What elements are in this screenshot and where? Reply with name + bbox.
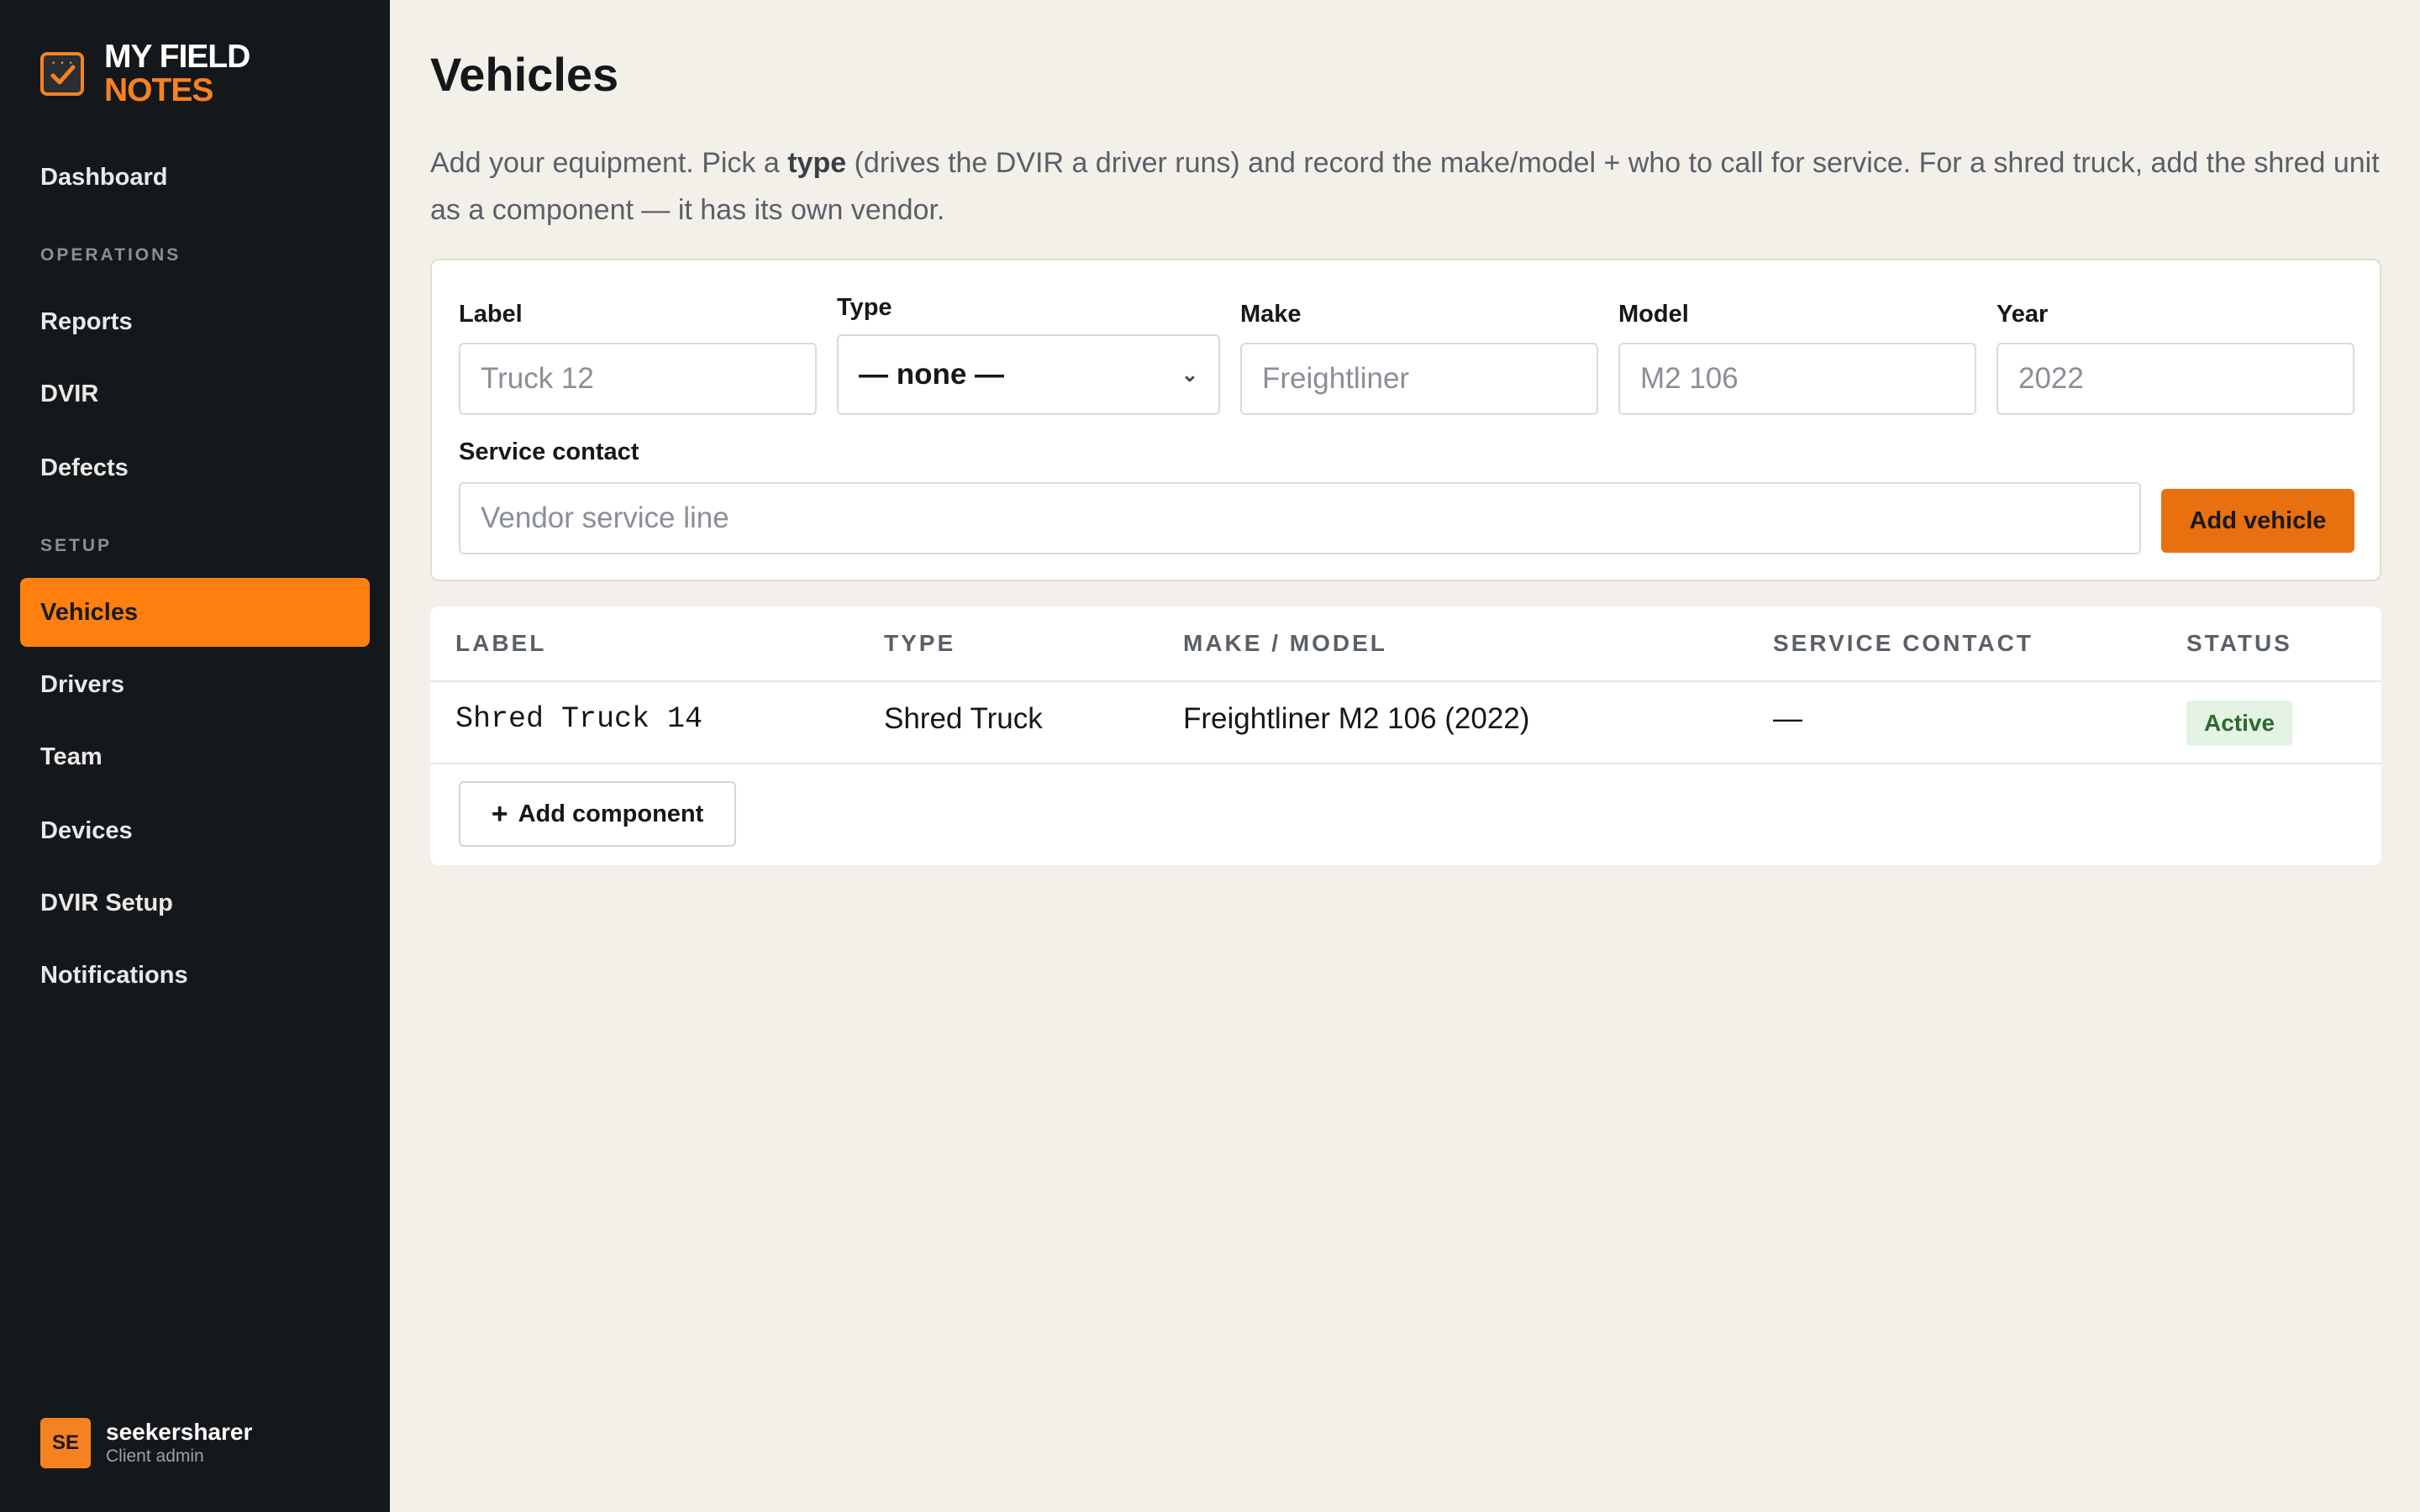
nav-item-drivers[interactable]: Drivers [20,650,370,719]
year-input[interactable]: 2022 [1996,343,2354,415]
status-badge: Active [2186,701,2292,746]
service-contact-input[interactable]: Vendor service line [459,482,2141,554]
nav-item-defects[interactable]: Defects [20,433,370,502]
add-vehicle-button[interactable]: Add vehicle [2161,489,2354,553]
nav-item-dvir-setup[interactable]: DVIR Setup [20,869,370,937]
column-header-label[interactable]: LABEL [455,630,546,657]
brand-name-line1: MY FIELD [104,39,250,75]
nav-item-vehicles[interactable]: Vehicles [20,578,370,647]
chevron-down-icon: ⌄ [1181,363,1198,386]
intro-text-1: Add your equipment. Pick a [430,147,788,179]
brand-name-line2: NOTES [104,72,213,108]
cell-service-contact: — [1773,702,1802,735]
year-field-label: Year [1996,301,2049,328]
model-input[interactable]: M2 106 [1618,343,1976,415]
user-role: Client admin [106,1446,204,1466]
avatar: SE [40,1418,91,1468]
cell-label: Shred Truck 14 [455,702,703,736]
header-divider [430,680,2381,682]
make-input[interactable]: Freightliner [1240,343,1598,415]
cell-make-model: Freightliner M2 106 (2022) [1183,702,1530,735]
nav-item-notifications[interactable]: Notifications [20,941,370,1010]
nav-item-reports[interactable]: Reports [20,287,370,356]
nav-item-team[interactable]: Team [20,722,370,791]
column-header-make-model[interactable]: MAKE / MODEL [1183,630,1387,657]
nav-section-operations: OPERATIONS [40,245,182,265]
main-content: Vehicles Add your equipment. Pick a type… [390,0,2420,1512]
nav-item-devices[interactable]: Devices [20,796,370,865]
cell-type: Shred Truck [884,702,1043,735]
nav-section-setup: SETUP [40,536,113,555]
plus-icon: + [491,797,508,830]
sidebar: • • • MY FIELD NOTES Dashboard OPERATION… [0,0,390,1512]
nav-item-dashboard[interactable]: Dashboard [20,143,370,212]
column-header-service-contact[interactable]: SERVICE CONTACT [1773,630,2033,657]
service-contact-field-label: Service contact [459,438,639,465]
app: • • • MY FIELD NOTES Dashboard OPERATION… [0,0,2420,1512]
column-header-type[interactable]: TYPE [884,630,955,657]
row-divider [430,763,2381,764]
checklist-icon: • • • [40,52,84,96]
add-component-label: Add component [518,800,704,827]
add-component-button[interactable]: + Add component [459,781,736,847]
make-field-label: Make [1240,301,1302,328]
nav-item-dvir[interactable]: DVIR [20,360,370,428]
model-field-label: Model [1618,301,1689,328]
label-field-label: Label [459,301,523,328]
add-vehicle-form: Label Truck 12 Type — none — ⌄ Make Frei… [430,259,2381,581]
type-field-label: Type [837,294,892,321]
user-profile[interactable]: SE seekersharer Client admin [40,1418,252,1468]
vehicles-table: LABEL TYPE MAKE / MODEL SERVICE CONTACT … [430,606,2381,865]
intro-bold-type: type [787,147,847,179]
user-name: seekersharer [106,1419,253,1445]
type-select-value: — none — [859,358,1005,391]
page-title: Vehicles [430,48,619,101]
type-select[interactable]: — none — ⌄ [837,334,1220,415]
label-input[interactable]: Truck 12 [459,343,817,415]
brand-logo[interactable]: • • • MY FIELD NOTES [40,40,250,108]
page-intro: Add your equipment. Pick a type (drives … [430,139,2396,234]
column-header-status[interactable]: STATUS [2186,630,2292,657]
